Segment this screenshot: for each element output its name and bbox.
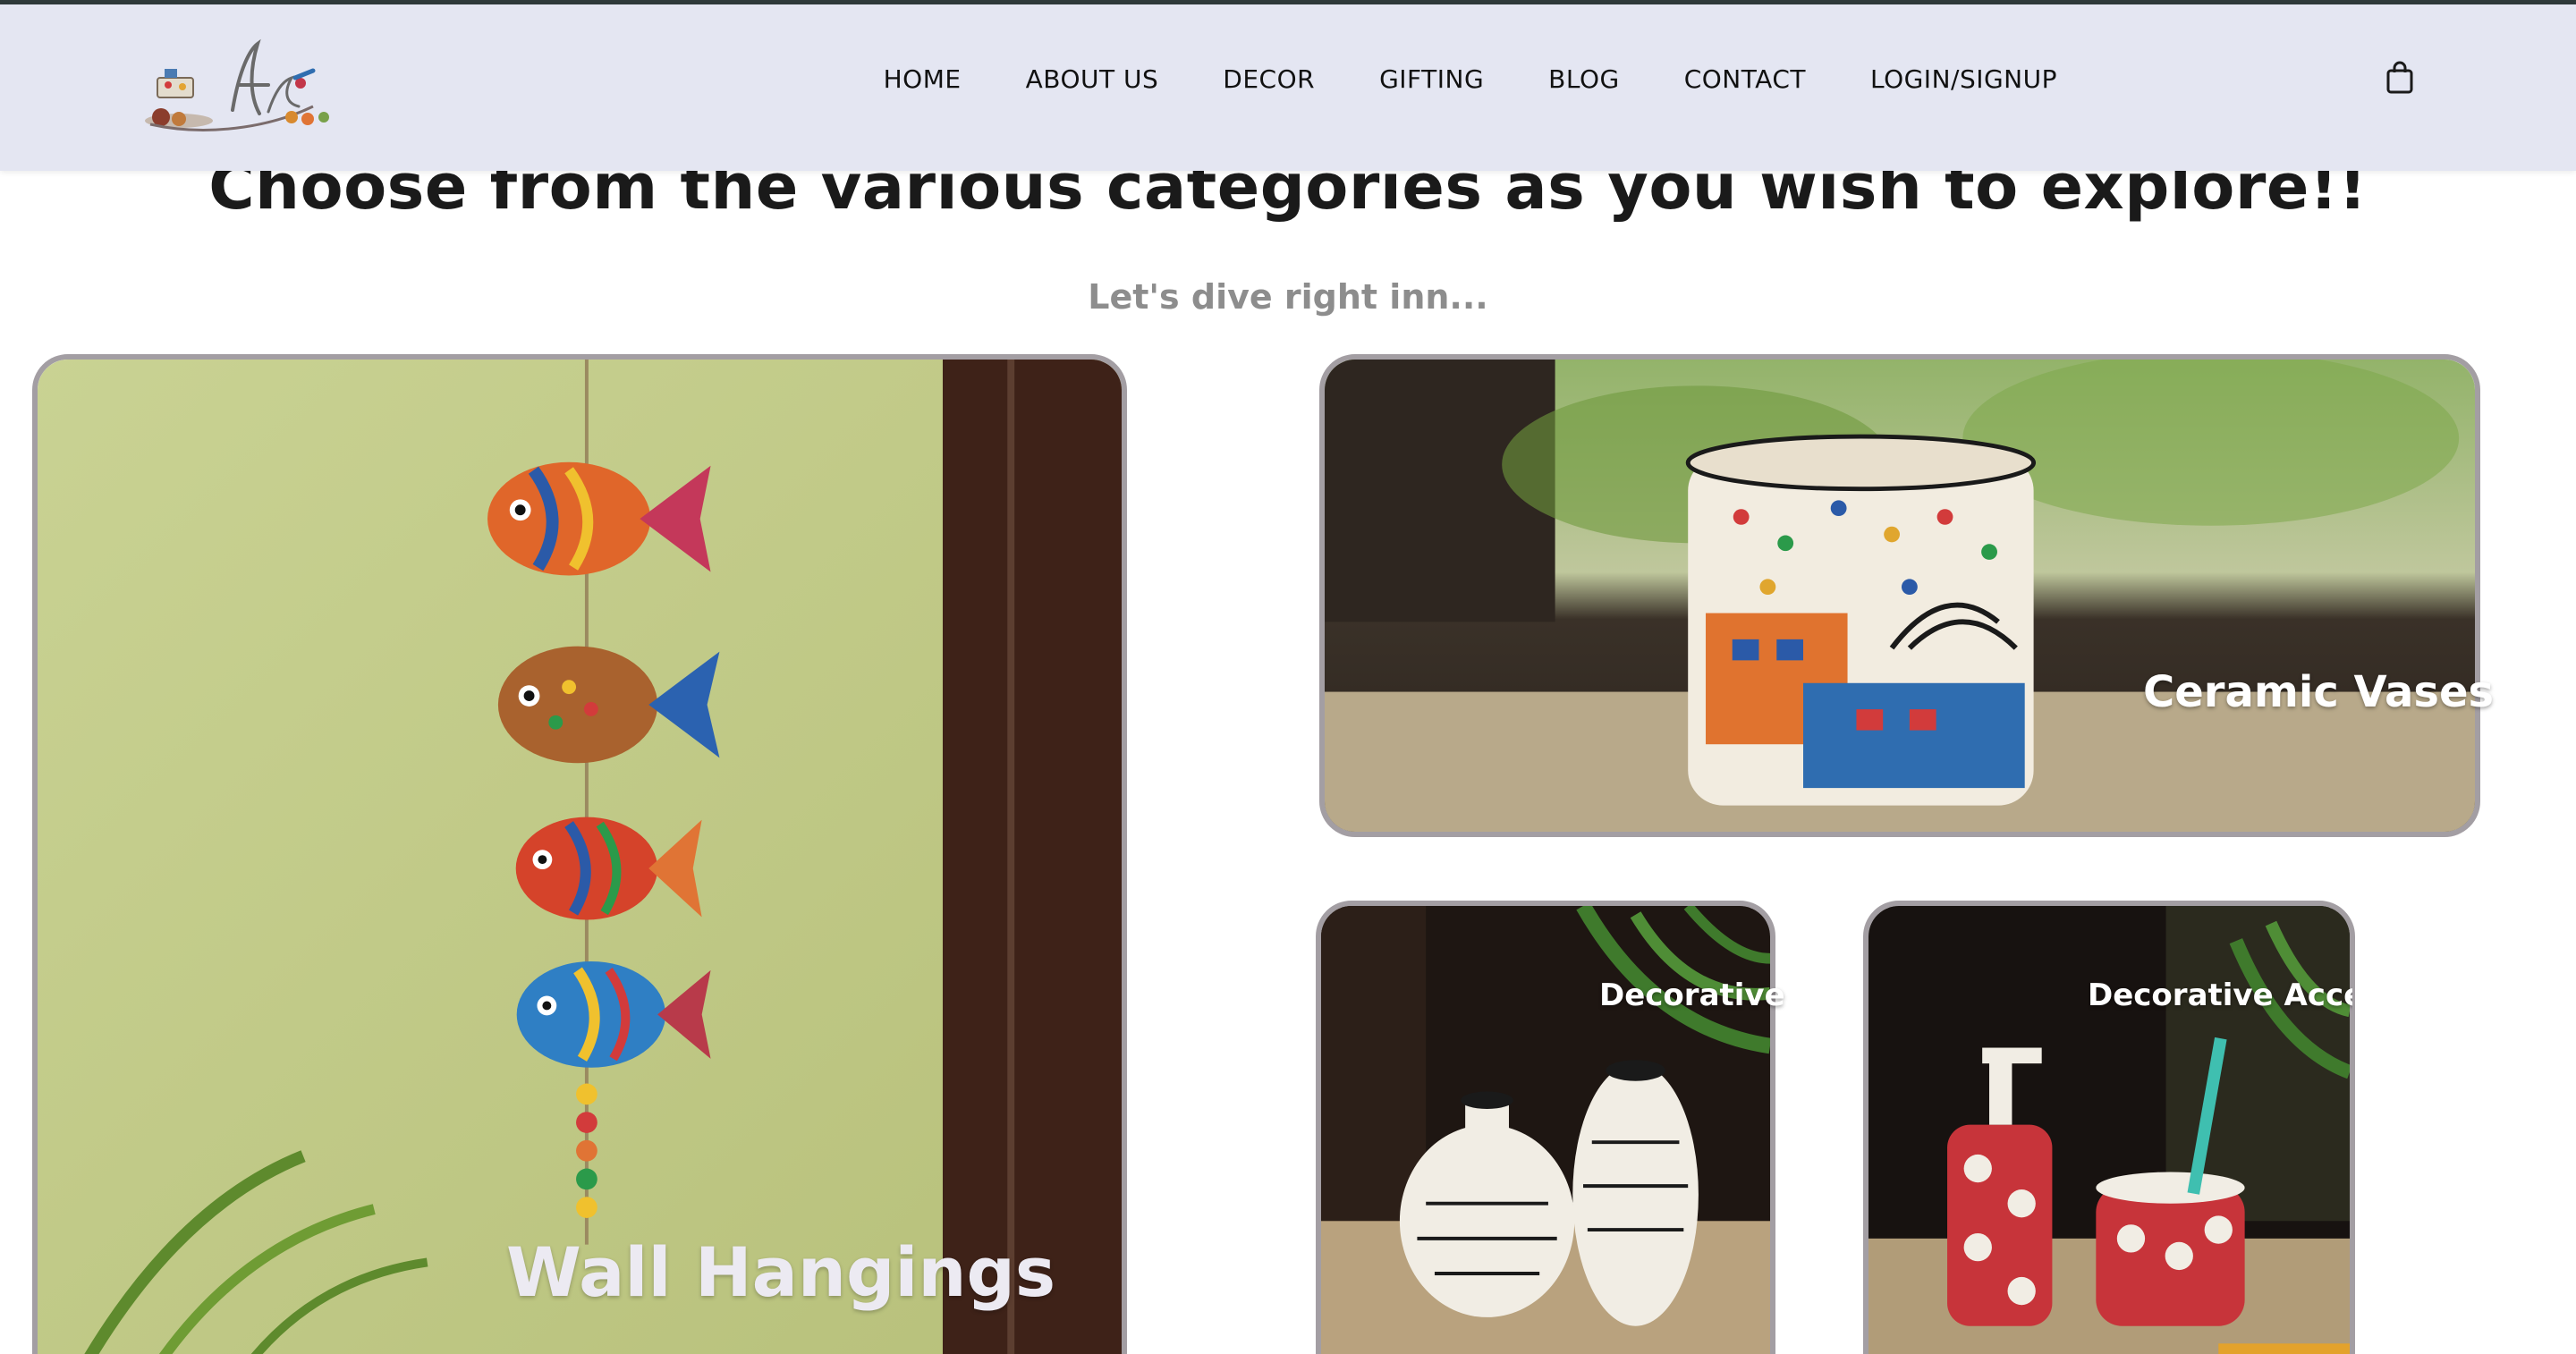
category-card-ceramic-vases[interactable] bbox=[1319, 354, 2480, 837]
artisan-logo-icon bbox=[145, 38, 329, 131]
wall-hanging-fish-image bbox=[38, 360, 1122, 1354]
category-card-decorative[interactable] bbox=[1316, 901, 1775, 1354]
decorative-vases-image bbox=[1321, 906, 1770, 1354]
ceramic-vase-image bbox=[1325, 360, 2475, 832]
category-card-decorative-accessories[interactable] bbox=[1863, 901, 2355, 1354]
nav-contact[interactable]: CONTACT bbox=[1684, 64, 1806, 94]
nav-blog[interactable]: BLOG bbox=[1548, 64, 1620, 94]
shopping-bag-icon bbox=[2386, 61, 2413, 94]
category-card-wall-hangings[interactable] bbox=[32, 354, 1127, 1354]
nav-home[interactable]: HOME bbox=[884, 64, 962, 94]
category-label-wall-hangings: Wall Hangings bbox=[506, 1232, 1056, 1312]
nav-gifting[interactable]: GIFTING bbox=[1379, 64, 1484, 94]
nav-about-us[interactable]: ABOUT US bbox=[1026, 64, 1159, 94]
main-navigation: HOME ABOUT US DECOR GIFTING BLOG CONTACT… bbox=[884, 4, 2057, 153]
category-label-decorative-accessories: Decorative Acces bbox=[2088, 977, 2352, 1013]
category-label-ceramic-vases: Ceramic Vases bbox=[2143, 667, 2495, 717]
cart-button[interactable] bbox=[2385, 60, 2415, 96]
site-logo[interactable] bbox=[134, 31, 340, 139]
page: HOME ABOUT US DECOR GIFTING BLOG CONTACT… bbox=[0, 0, 2576, 1354]
nav-decor[interactable]: DECOR bbox=[1223, 64, 1315, 94]
nav-login-signup[interactable]: LOGIN/SIGNUP bbox=[1870, 64, 2057, 94]
decorative-accessories-image bbox=[1868, 906, 2350, 1354]
category-label-decorative: Decorative bbox=[1599, 977, 1785, 1013]
page-subtitle: Let's dive right inn... bbox=[1088, 277, 1488, 317]
site-header: HOME ABOUT US DECOR GIFTING BLOG CONTACT… bbox=[0, 4, 2576, 171]
